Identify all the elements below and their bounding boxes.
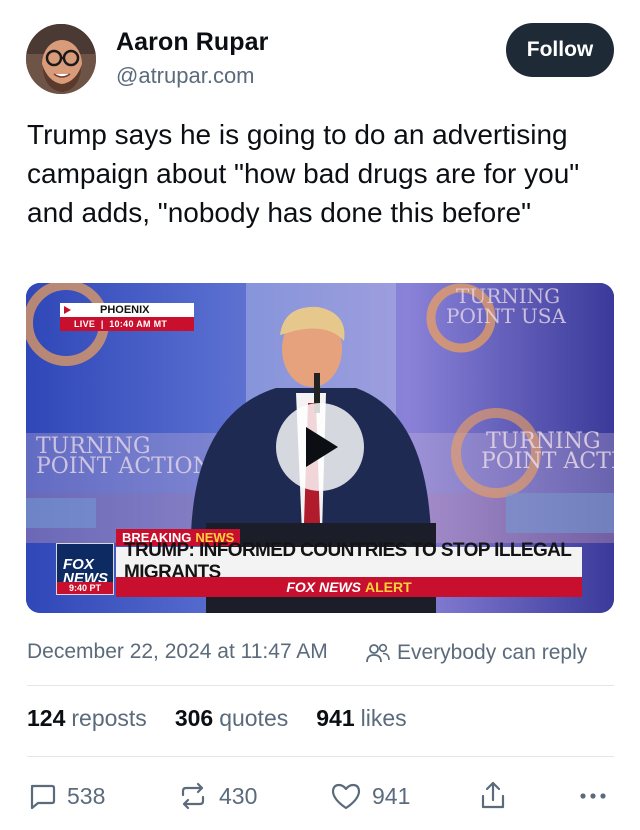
quotes-count: 306: [174, 705, 214, 731]
more-options-button[interactable]: [579, 778, 617, 814]
repost-count: 430: [219, 782, 258, 809]
play-icon: [306, 427, 338, 467]
reposts-stat[interactable]: 124 reposts: [27, 705, 147, 732]
svg-text:POINT ACTI: POINT ACTI: [481, 449, 614, 474]
share-icon: [481, 781, 505, 809]
reply-count: 538: [67, 782, 106, 809]
chyron-alert: FOX NEWS ALERT: [116, 577, 582, 597]
quotes-label: quotes: [219, 705, 289, 731]
repost-button[interactable]: 430: [177, 778, 257, 814]
reply-setting[interactable]: Everybody can reply: [365, 640, 587, 666]
author-display-name[interactable]: Aaron Rupar: [116, 28, 269, 57]
post-text: Trump says he is going to do an advertis…: [27, 119, 580, 228]
post-date[interactable]: December 22, 2024 at 11:47 AM: [27, 640, 328, 664]
quotes-stat[interactable]: 306 quotes: [175, 705, 288, 732]
like-icon: [331, 783, 361, 810]
avatar[interactable]: [26, 24, 96, 94]
chyron-headline: TRUMP: INFORMED COUNTRIES TO STOP ILLEGA…: [116, 540, 582, 583]
reply-setting-label: Everybody can reply: [397, 641, 588, 664]
live-label: LIVE: [74, 319, 96, 329]
likes-label: likes: [360, 705, 407, 731]
fox-logo-time: 9:40 PT: [57, 582, 113, 594]
svg-text:POINT USA: POINT USA: [446, 304, 567, 328]
people-icon: [366, 643, 390, 663]
follow-button[interactable]: Follow: [506, 23, 614, 77]
divider: [27, 756, 614, 757]
live-location: PHOENIX: [100, 304, 150, 316]
alert-prefix: FOX NEWS: [286, 579, 361, 595]
video-player[interactable]: TURNING POINT ACTION TURNING POINT USA T…: [26, 283, 614, 613]
likes-count: 941: [316, 705, 355, 731]
live-time: 10:40 AM MT: [109, 319, 168, 329]
post-stats: 124 reposts 306 quotes 941 likes: [27, 705, 435, 732]
reply-icon: [30, 784, 56, 810]
repost-icon: [181, 782, 205, 810]
share-button[interactable]: [479, 778, 517, 814]
live-tag: PHOENIX LIVE | 10:40 AM MT: [60, 303, 194, 331]
live-arrow-icon: [64, 306, 71, 314]
divider: [27, 685, 614, 686]
fox-news-logo: FOX NEWS 9:40 PT: [56, 543, 114, 595]
reposts-label: reposts: [71, 705, 147, 731]
like-button[interactable]: 941: [330, 778, 410, 814]
author-handle[interactable]: @atrupar.com: [116, 63, 255, 89]
reposts-count: 124: [27, 705, 66, 731]
svg-text:POINT ACTION: POINT ACTION: [36, 454, 212, 479]
alert-word: ALERT: [365, 579, 412, 595]
likes-stat[interactable]: 941 likes: [316, 705, 406, 732]
like-count: 941: [372, 782, 411, 809]
action-bar: 538 430 941: [27, 778, 614, 814]
more-icon: [580, 793, 606, 799]
reply-button[interactable]: 538: [27, 778, 105, 814]
post-card: Aaron Rupar @atrupar.com Follow Trump sa…: [0, 0, 640, 830]
play-button[interactable]: [276, 403, 364, 491]
